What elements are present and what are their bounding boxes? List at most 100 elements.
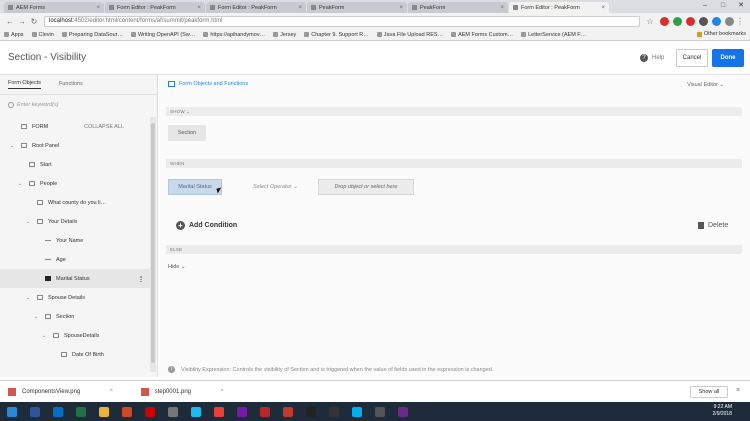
chevron-up-icon[interactable]: ^	[221, 389, 223, 395]
folder-icon[interactable]	[94, 404, 114, 420]
add-condition-button[interactable]: + Add Condition	[176, 221, 237, 230]
chevron-down-icon[interactable]: ⌄	[8, 143, 16, 149]
browser-tab[interactable]: PeakForm ×	[408, 2, 508, 13]
drop-object-field[interactable]: Drop object or select here	[318, 179, 414, 195]
close-icon[interactable]: ×	[298, 5, 302, 11]
download-item[interactable]: step0001.png ^	[140, 387, 223, 396]
app-icon[interactable]	[255, 404, 275, 420]
outlook-icon[interactable]	[48, 404, 68, 420]
tree-row[interactable]: ⌄ People	[0, 174, 150, 193]
extension-icon[interactable]	[699, 16, 708, 26]
browser-tab[interactable]: AEM Forms ×	[4, 2, 104, 13]
chevron-down-icon[interactable]: ⌄	[24, 295, 32, 301]
bookmark[interactable]: Preparing DataSour…	[61, 32, 123, 38]
calculator-icon[interactable]	[163, 404, 183, 420]
tree-scrollbar[interactable]	[150, 117, 156, 372]
done-button[interactable]: Done	[712, 49, 744, 67]
app-icon[interactable]	[393, 404, 413, 420]
extension-icon[interactable]	[712, 16, 721, 26]
star-icon[interactable]: ☆	[644, 17, 656, 26]
close-icon[interactable]: ×	[197, 5, 201, 11]
chevron-down-icon[interactable]: ⌄	[24, 219, 32, 225]
browser-tab[interactable]: PeakForm ×	[307, 2, 407, 13]
bookmark[interactable]: Clevin	[31, 32, 54, 38]
tab-form-objects[interactable]: Form Objects	[8, 80, 42, 89]
menu-icon[interactable]: ⋮	[734, 17, 746, 26]
word-icon[interactable]	[25, 404, 45, 420]
tree-row[interactable]: ⌄ SpouseDetails	[0, 326, 150, 345]
filter-input[interactable]: Enter keyword(s)	[0, 95, 157, 115]
powerpoint-icon[interactable]	[117, 404, 137, 420]
operator-select[interactable]: Select Operator ⌄	[253, 184, 298, 190]
bookmark[interactable]: Java File Upload RES…	[376, 32, 443, 38]
browser-tab-active[interactable]: Form Editor : PeakForm ×	[509, 2, 609, 13]
close-icon[interactable]: ×	[96, 5, 100, 11]
acrobat-icon[interactable]	[140, 404, 160, 420]
skype-icon[interactable]	[347, 404, 367, 420]
excel-icon[interactable]	[71, 404, 91, 420]
app-icon[interactable]	[278, 404, 298, 420]
system-clock[interactable]: 9:22 AM 2/9/2018	[713, 404, 732, 418]
chevron-up-icon[interactable]: ^	[110, 389, 112, 395]
tree-row[interactable]: Age	[0, 250, 150, 269]
tree-row[interactable]: ⌄ Spouse Details	[0, 288, 150, 307]
opera-extension-icon[interactable]	[660, 16, 669, 26]
reload-icon[interactable]: ↻	[28, 17, 40, 26]
tree-row-form[interactable]: FORM COLLAPSE ALL	[0, 117, 150, 136]
close-icon[interactable]: ×	[500, 5, 504, 11]
app-icon[interactable]	[370, 404, 390, 420]
bookmark[interactable]: Jersey	[273, 32, 296, 38]
visual-editor-dropdown[interactable]: Visual Editor ⌄	[687, 82, 724, 88]
when-field-chip[interactable]: Marital Status	[168, 179, 222, 195]
show-section-bar[interactable]: SHOW ⌄	[166, 107, 742, 116]
tree-row[interactable]: ⌄ Root Panel	[0, 136, 150, 155]
help-link[interactable]: ? Help	[640, 54, 664, 62]
close-icon[interactable]: ×	[736, 387, 740, 394]
close-icon[interactable]: ×	[399, 5, 403, 11]
browser-tab[interactable]: Form Editor : PeakForm ×	[206, 2, 306, 13]
bookmark[interactable]: Apps	[4, 32, 24, 38]
start-icon[interactable]	[2, 404, 22, 420]
chevron-down-icon[interactable]: ⌄	[40, 333, 48, 339]
delete-button[interactable]: Delete	[698, 222, 728, 229]
cancel-button[interactable]: Cancel	[676, 49, 708, 67]
extension-icon[interactable]	[725, 16, 734, 26]
close-window-icon[interactable]: ✕	[732, 0, 750, 12]
tab-functions[interactable]: Functions	[59, 81, 83, 89]
bookmark[interactable]: AEM Forms Custom…	[451, 32, 513, 38]
bookmark[interactable]: Chapter 9. Support R…	[304, 32, 369, 38]
tree-row[interactable]: ⌄ Your Details	[0, 212, 150, 231]
collapse-all-button[interactable]: COLLAPSE ALL	[84, 124, 124, 130]
show-all-button[interactable]: Show all	[690, 386, 728, 398]
bookmark[interactable]: https://apihandymov…	[203, 32, 265, 38]
url-input[interactable]: localhost:4502/editor.html/content/forms…	[44, 15, 640, 27]
other-bookmarks[interactable]: Other bookmarks	[696, 31, 746, 37]
chevron-down-icon[interactable]: ⌄	[16, 181, 24, 187]
scrollbar-thumb[interactable]	[151, 123, 155, 363]
app-icon[interactable]	[324, 404, 344, 420]
show-target-chip[interactable]: Section	[168, 125, 206, 141]
maximize-icon[interactable]: □	[714, 0, 732, 12]
tree-row[interactable]: Date Of Birth	[0, 345, 150, 364]
extension-icon[interactable]	[686, 16, 695, 26]
chrome-icon[interactable]	[209, 404, 229, 420]
drag-handle-icon[interactable]	[140, 276, 142, 282]
onenote-icon[interactable]	[232, 404, 252, 420]
chevron-down-icon[interactable]: ⌄	[32, 314, 40, 320]
back-icon[interactable]: ←	[4, 17, 16, 26]
ie-icon[interactable]	[186, 404, 206, 420]
tree-row-selected[interactable]: Marital Status	[0, 269, 150, 288]
close-icon[interactable]: ×	[601, 5, 605, 11]
terminal-icon[interactable]	[301, 404, 321, 420]
download-item[interactable]: ComponentsView.png ^	[8, 387, 113, 396]
forward-icon[interactable]: →	[16, 17, 28, 26]
tree-row[interactable]: Start	[0, 155, 150, 174]
bookmark[interactable]: Writing OpenAPI (Sw…	[130, 32, 195, 38]
browser-tab[interactable]: Form Editor : PeakForm ×	[105, 2, 205, 13]
else-action-select[interactable]: Hide ⌄	[168, 264, 185, 270]
bookmark[interactable]: LetterService (AEM F…	[521, 32, 586, 38]
extension-icon[interactable]	[673, 16, 682, 26]
tree-row[interactable]: What county do you li…	[0, 193, 150, 212]
tree-row[interactable]: Your Name	[0, 231, 150, 250]
minimize-icon[interactable]: –	[696, 0, 714, 12]
